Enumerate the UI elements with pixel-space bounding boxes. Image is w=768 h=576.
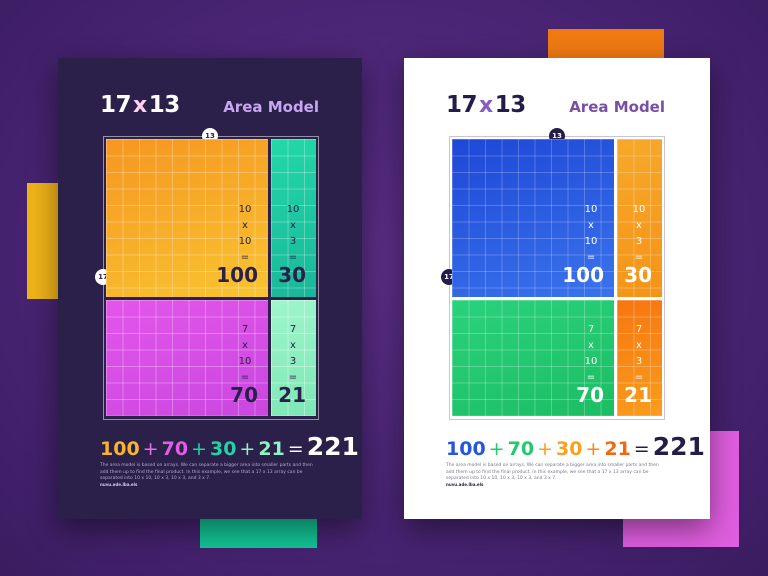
cell-equation: 7 x 10 = <box>578 322 604 386</box>
area-cell-10x3: 10 x 3 = 30 <box>271 139 316 297</box>
cell-equation: 10 x 3 = <box>280 202 306 266</box>
sum-term-100: 100 <box>446 438 486 460</box>
credit-text: nuvu.ade.lba.els <box>446 482 484 487</box>
area-cell-10x3: 10 x 3 = 30 <box>617 139 662 297</box>
title-num-a: 17 <box>100 92 132 118</box>
sum-term-70: 70 <box>161 438 189 460</box>
eq-factor-a: 10 <box>632 204 646 215</box>
sum-equation: 100 +70 +30 +21 = 221 <box>446 432 705 461</box>
eq-factor-b: 10 <box>584 356 598 367</box>
sum-total: 221 <box>306 432 359 461</box>
sum-plus: + <box>537 438 553 460</box>
eq-times: x <box>636 340 642 351</box>
cell-equation: 7 x 3 = <box>280 322 306 386</box>
poster-title-label: Area Model <box>569 98 665 116</box>
cell-product: 30 <box>278 263 306 287</box>
eq-factor-a: 10 <box>238 204 252 215</box>
eq-factor-b: 10 <box>238 236 252 247</box>
sum-equals: = <box>633 438 650 460</box>
eq-factor-b: 10 <box>238 356 252 367</box>
eq-times: x <box>242 220 248 231</box>
cell-equation: 7 x 3 = <box>626 322 652 386</box>
area-cell-7x10: 7 x 10 = 70 <box>106 300 268 416</box>
eq-factor-b: 10 <box>584 236 598 247</box>
eq-factor-b: 3 <box>635 356 643 367</box>
poster-title-numbers: 17x13 <box>446 92 526 118</box>
eq-factor-a: 10 <box>286 204 300 215</box>
title-times: x <box>479 93 493 118</box>
eq-times: x <box>588 340 594 351</box>
area-cell-7x10: 7 x 10 = 70 <box>452 300 614 416</box>
sum-term-30: 30 <box>555 438 583 460</box>
area-cell-10x10: 10 x 10 = 100 <box>106 139 268 297</box>
sum-equation: 100 +70 +30 +21 = 221 <box>100 432 359 461</box>
eq-factor-a: 10 <box>584 204 598 215</box>
cell-equation: 10 x 3 = <box>626 202 652 266</box>
eq-times: x <box>290 340 296 351</box>
cell-product: 100 <box>216 263 258 287</box>
eq-factor-a: 7 <box>289 324 297 335</box>
area-cell-7x3: 7 x 3 = 21 <box>617 300 662 416</box>
area-cell-7x3: 7 x 3 = 21 <box>271 300 316 416</box>
sum-term-70: 70 <box>507 438 535 460</box>
eq-factor-a: 7 <box>587 324 595 335</box>
cell-product: 70 <box>230 383 258 407</box>
sum-total: 221 <box>652 432 705 461</box>
cell-equation: 10 x 10 = <box>578 202 604 266</box>
title-num-b: 13 <box>494 92 527 118</box>
sum-term-21: 21 <box>258 438 285 460</box>
cell-product: 100 <box>562 263 604 287</box>
eq-times: x <box>242 340 248 351</box>
sum-plus: + <box>142 438 159 460</box>
sum-plus: + <box>488 438 505 460</box>
poster-light: 17x13 Area Model 13 17 10 x 10 = 100 10 … <box>404 58 710 519</box>
eq-times: x <box>290 220 296 231</box>
eq-factor-b: 3 <box>289 356 297 367</box>
sum-term-30: 30 <box>209 438 237 460</box>
cell-product: 21 <box>278 383 306 407</box>
credit-text: nuvu.ade.lba.els <box>100 482 138 487</box>
eq-times: x <box>588 220 594 231</box>
description-text: The area model is based on arrays. We ca… <box>446 463 659 481</box>
sum-term-21: 21 <box>604 438 631 460</box>
sum-term-100: 100 <box>100 438 140 460</box>
poster-title-numbers: 17x13 <box>100 92 180 118</box>
poster-dark: 17x13 Area Model 13 17 10 x 10 = 100 10 … <box>58 58 362 519</box>
area-cell-10x10: 10 x 10 = 100 <box>452 139 614 297</box>
eq-factor-a: 7 <box>241 324 249 335</box>
sum-plus: + <box>191 438 207 460</box>
sum-plus: + <box>239 438 256 460</box>
cell-product: 30 <box>624 263 652 287</box>
eq-factor-a: 7 <box>635 324 643 335</box>
title-times: x <box>133 93 147 118</box>
cell-product: 70 <box>576 383 604 407</box>
eq-factor-b: 3 <box>635 236 643 247</box>
cell-equation: 7 x 10 = <box>232 322 258 386</box>
title-num-b: 13 <box>148 92 181 118</box>
sum-plus: + <box>585 438 602 460</box>
title-num-a: 17 <box>446 92 478 118</box>
eq-factor-b: 3 <box>289 236 297 247</box>
cell-product: 21 <box>624 383 652 407</box>
cell-equation: 10 x 10 = <box>232 202 258 266</box>
description-text: The area model is based on arrays. We ca… <box>100 463 313 481</box>
sum-equals: = <box>287 438 304 460</box>
poster-title-label: Area Model <box>223 98 319 116</box>
eq-times: x <box>636 220 642 231</box>
